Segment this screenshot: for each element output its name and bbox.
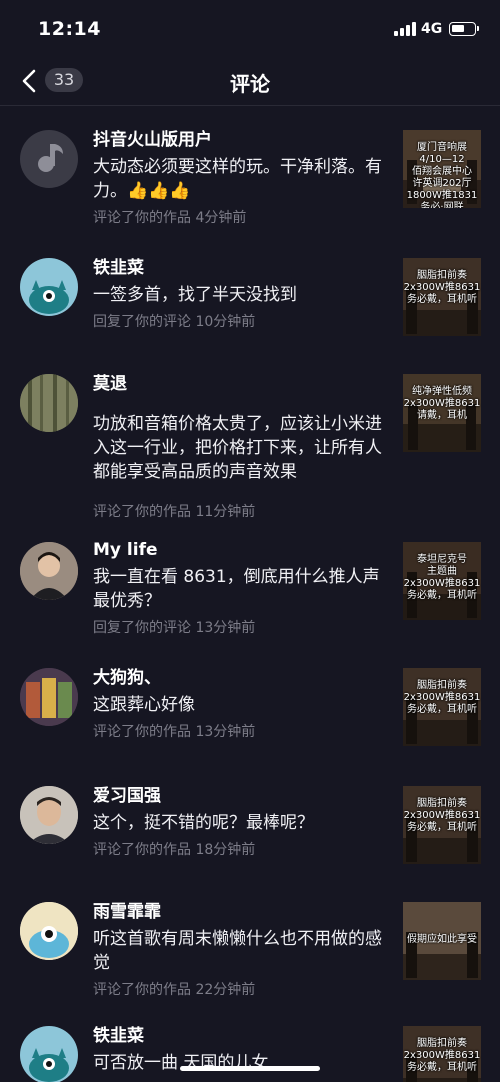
blue-monster-avatar[interactable]: [20, 1026, 78, 1082]
monster-face-icon: [29, 280, 69, 314]
video-thumbnail[interactable]: 胭脂扣前奏 2x300W推8631 务必戴，耳机听: [403, 668, 481, 746]
thumbnail-caption: 纯净弹性低频 2x300W推8631 请戴，耳机: [403, 386, 481, 421]
header-bar: 33 评论: [0, 56, 500, 106]
username[interactable]: 抖音火山版用户: [93, 128, 389, 152]
music-note-icon: [38, 144, 63, 172]
thumbnail-caption: 厦门音响展 4/10—12 佰翔会展中心 许英调202厅 1800W推1831 …: [406, 142, 478, 208]
comment-meta: 评论了你的作品 11分钟前: [93, 504, 256, 520]
comment-text: 这跟葬心好像: [93, 695, 195, 715]
comment-text: 这个，挺不错的呢？最棒呢？: [93, 813, 314, 833]
status-bar: 12:14 4G: [0, 0, 500, 56]
comment-meta: 回复了你的评论 10分钟前: [93, 314, 256, 330]
thumbnail-caption: 胭脂扣前奏 2x300W推8631 务必戴，耳机听: [403, 270, 481, 305]
person-portrait-icon: [20, 786, 78, 844]
thumbnail-caption: 假期应如此享受: [407, 934, 477, 945]
bamboo-forest-avatar[interactable]: [20, 374, 78, 432]
comment-meta: 评论了你的作品 13分钟前: [93, 724, 256, 740]
thumbnail-caption: 胭脂扣前奏 2x300W推8631 务必戴，耳机听: [403, 1038, 481, 1073]
person-portrait-icon: [20, 542, 78, 600]
comment-meta: 评论了你的作品 22分钟前: [93, 982, 256, 998]
blue-monster-avatar-light[interactable]: [20, 902, 78, 960]
video-thumbnail[interactable]: 泰坦尼克号 主题曲 2x300W推8631 务必戴，耳机听: [403, 542, 481, 620]
video-thumbnail[interactable]: 厦门音响展 4/10—12 佰翔会展中心 许英调202厅 1800W推1831 …: [403, 130, 481, 208]
monster-face-icon: [29, 1048, 69, 1082]
comment-text: 功放和音箱价格太贵了，应该让小米进入这一行业，把价格打下来，让所有人都能享受高品…: [93, 414, 382, 482]
cellular-signal-icon: [394, 22, 416, 36]
battery-icon: [449, 22, 479, 36]
game-characters-icon: [20, 668, 78, 726]
comment-text: 我一直在看 8631，倒底用什么推人声最优秀？: [93, 567, 380, 611]
game-characters-avatar[interactable]: [20, 668, 78, 726]
username[interactable]: 雨雪霏霏: [93, 900, 389, 924]
username[interactable]: 莫退: [93, 372, 389, 396]
comment-text: 大动态必须要这样的玩。干净利落。有力。👍👍👍: [93, 157, 382, 201]
username[interactable]: My life: [93, 538, 389, 562]
comment-meta: 评论了你的作品 4分钟前: [93, 210, 247, 226]
monster-face-icon: [20, 902, 78, 960]
video-thumbnail[interactable]: 胭脂扣前奏 2x300W推8631 务必戴，耳机听: [403, 258, 481, 336]
comment-text: 可否放一曲 天国的儿女: [93, 1053, 269, 1073]
video-thumbnail[interactable]: 假期应如此享受: [403, 902, 481, 980]
thumbnail-caption: 胭脂扣前奏 2x300W推8631 务必戴，耳机听: [403, 798, 481, 833]
man-portrait-avatar[interactable]: [20, 542, 78, 600]
comment-meta: 回复了你的评论 13分钟前: [93, 620, 256, 636]
comment-meta: 评论了你的作品 18分钟前: [93, 842, 256, 858]
home-indicator[interactable]: [180, 1066, 320, 1071]
username[interactable]: 铁韭菜: [93, 1024, 389, 1048]
default-user-avatar[interactable]: [20, 130, 78, 188]
status-time: 12:14: [38, 18, 101, 40]
comment-text: 听这首歌有周末懒懒什么也不用做的感觉: [93, 929, 382, 973]
man-selfie-avatar[interactable]: [20, 786, 78, 844]
username[interactable]: 大狗狗、: [93, 666, 389, 690]
network-type: 4G: [421, 21, 443, 37]
thumbnail-caption: 胭脂扣前奏 2x300W推8631 务必戴，耳机听: [403, 680, 481, 715]
video-thumbnail[interactable]: 胭脂扣前奏 2x300W推8631 务必戴，耳机听: [403, 786, 481, 864]
video-thumbnail[interactable]: 纯净弹性低频 2x300W推8631 请戴，耳机: [403, 374, 481, 452]
username[interactable]: 铁韭菜: [93, 256, 389, 280]
page-title: 评论: [230, 72, 270, 96]
thumbnail-caption: 泰坦尼克号 主题曲 2x300W推8631 务必戴，耳机听: [403, 554, 481, 601]
video-thumbnail[interactable]: 胭脂扣前奏 2x300W推8631 务必戴，耳机听: [403, 1026, 481, 1082]
bamboo-scene-icon: [20, 374, 78, 432]
comment-text: 一签多首，找了半天没找到: [93, 285, 297, 305]
blue-monster-avatar[interactable]: [20, 258, 78, 316]
username[interactable]: 爱习国强: [93, 784, 389, 808]
